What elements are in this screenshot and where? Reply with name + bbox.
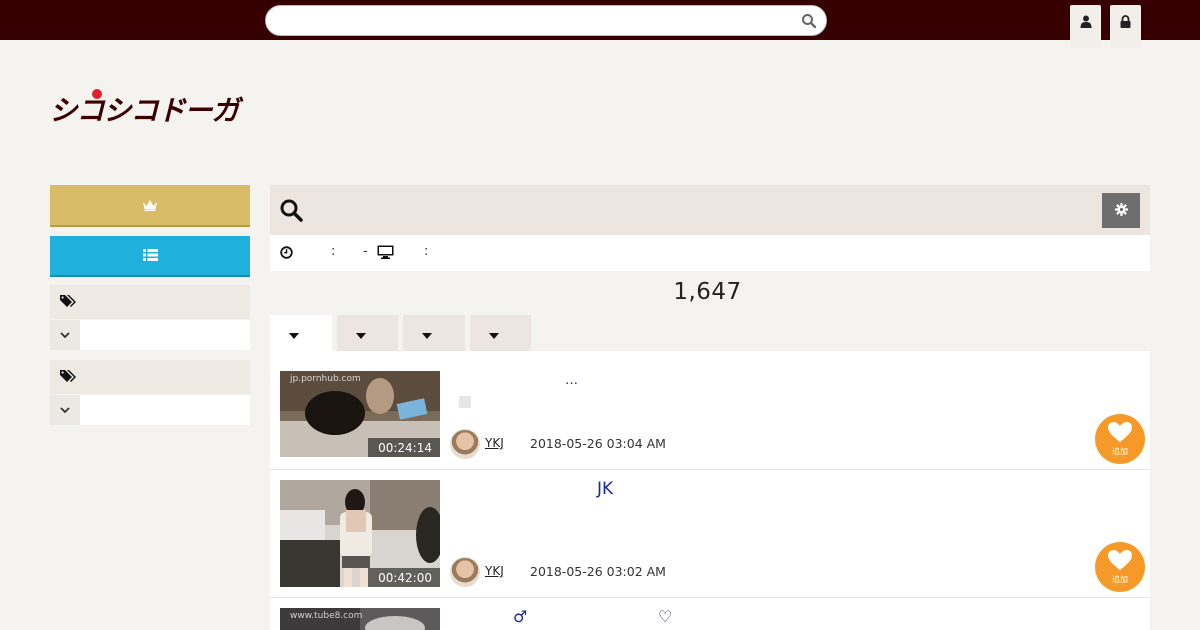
user-button[interactable] (1070, 5, 1101, 48)
video-duration: 00:24:14 (368, 438, 440, 457)
title-symbol: ♡ (658, 607, 673, 626)
info-dash: - (363, 244, 368, 259)
list-item: 00:42:00 JK YKJ 2018-05-26 03:02 AM 追加 (270, 470, 1150, 598)
caret-down-icon (289, 324, 299, 343)
sort-tab[interactable] (403, 315, 465, 351)
ranking-button[interactable] (50, 185, 250, 227)
sort-tab[interactable] (470, 315, 531, 351)
list-item: jp.pornhub.com 00:24:14 … YKJ 2018-05-26… (270, 351, 1150, 470)
lock-icon (1120, 13, 1131, 32)
settings-button[interactable] (1102, 193, 1140, 228)
site-logo[interactable]: シコシコドーガ (48, 86, 250, 127)
avatar[interactable] (450, 557, 480, 587)
video-duration: 00:42:00 (368, 568, 440, 587)
gear-icon (1114, 201, 1128, 220)
heart-icon (1107, 549, 1133, 575)
chevron-down-icon[interactable] (50, 320, 80, 350)
list-button[interactable] (50, 236, 250, 277)
upload-date: 2018-05-26 03:04 AM (530, 436, 666, 451)
tags-icon (60, 368, 77, 387)
clock-icon (280, 246, 293, 263)
user-icon (1080, 13, 1092, 32)
upload-date: 2018-05-26 03:02 AM (530, 564, 666, 579)
list-item: www.tube8.com ♂ ♡ (270, 598, 1150, 630)
heart-icon (1107, 421, 1133, 447)
list-icon (142, 246, 158, 265)
thumbnail-watermark: jp.pornhub.com (290, 374, 361, 384)
crown-icon (142, 196, 158, 215)
uploader-link[interactable]: YKJ (485, 436, 504, 450)
video-thumbnail[interactable]: 00:42:00 (280, 480, 440, 587)
caret-down-icon (489, 324, 499, 343)
tag-group-header (50, 360, 250, 394)
title-symbol: ♂ (513, 607, 528, 626)
favorite-button[interactable]: 追加 (1095, 542, 1145, 592)
caret-down-icon (356, 324, 366, 343)
video-title[interactable]: JK (597, 479, 613, 499)
search-icon[interactable] (280, 199, 303, 226)
tag-select[interactable] (50, 395, 250, 425)
favorite-button[interactable]: 追加 (1095, 414, 1145, 464)
placeholder-square (459, 396, 471, 408)
sort-tab[interactable] (337, 315, 398, 351)
video-thumbnail[interactable]: jp.pornhub.com 00:24:14 (280, 371, 440, 457)
search-input[interactable] (280, 11, 790, 31)
info-row: : - : (270, 235, 1150, 271)
favorite-label: 追加 (1112, 575, 1128, 584)
avatar[interactable] (450, 429, 480, 459)
search-icon[interactable] (801, 13, 817, 29)
caret-down-icon (422, 324, 432, 343)
info-separator: : (424, 244, 429, 259)
favorite-label: 追加 (1112, 447, 1128, 456)
top-bar (0, 0, 1200, 48)
video-thumbnail[interactable]: www.tube8.com (280, 608, 440, 630)
tags-icon (60, 293, 77, 312)
thumbnail-watermark: www.tube8.com (290, 611, 363, 621)
sort-tab[interactable] (270, 315, 332, 352)
logo-text: シコシコドーガ (50, 94, 245, 124)
lock-button[interactable] (1110, 5, 1141, 48)
chevron-down-icon[interactable] (50, 395, 80, 425)
tag-select[interactable] (50, 320, 250, 350)
search-panel-header (270, 185, 1150, 235)
video-title[interactable]: … (565, 373, 578, 388)
uploader-link[interactable]: YKJ (485, 564, 504, 578)
video-list: jp.pornhub.com 00:24:14 … YKJ 2018-05-26… (270, 351, 1150, 630)
total-count: 1,647 (673, 279, 742, 305)
search-box[interactable] (265, 5, 827, 36)
info-separator: : (331, 244, 336, 259)
tag-group-header (50, 285, 250, 319)
monitor-icon (377, 245, 394, 263)
